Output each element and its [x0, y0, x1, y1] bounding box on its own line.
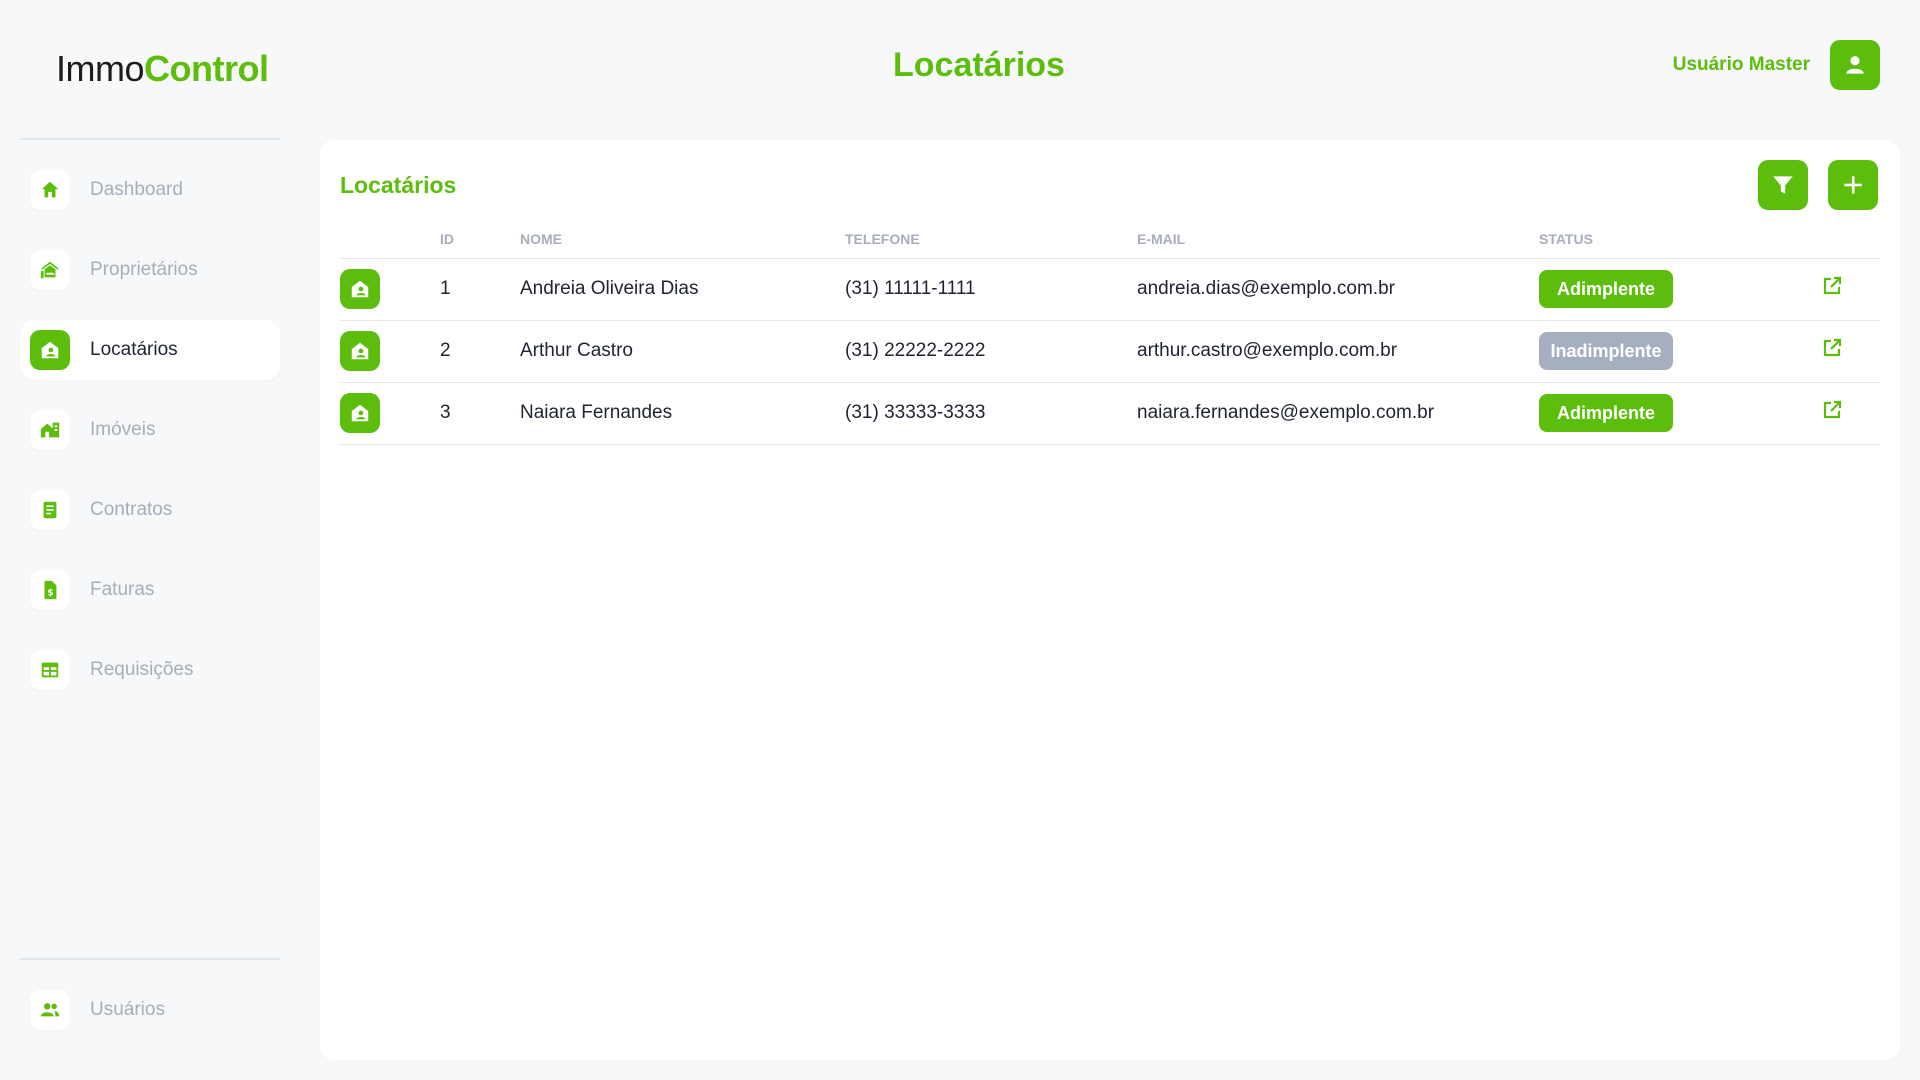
- sidebar-item-usuarios[interactable]: Usuários: [20, 980, 280, 1040]
- column-header-email[interactable]: E-MAIL: [1137, 220, 1539, 259]
- sidebar-divider-bottom: [20, 958, 280, 960]
- column-header-status[interactable]: STATUS: [1539, 220, 1820, 259]
- requests-table-icon: [30, 650, 70, 690]
- table-row[interactable]: 1 Andreia Oliveira Dias (31) 11111-1111 …: [340, 258, 1880, 321]
- cell-email: andreia.dias@exemplo.com.br: [1137, 258, 1539, 321]
- table-row[interactable]: 3 Naiara Fernandes (31) 33333-3333 naiar…: [340, 382, 1880, 445]
- svg-text:$: $: [47, 588, 53, 599]
- logo-text-immo: Immo: [56, 48, 145, 89]
- tenant-house-icon[interactable]: [340, 393, 380, 433]
- user-avatar-button[interactable]: [1830, 40, 1880, 90]
- cell-email: naiara.fernandes@exemplo.com.br: [1137, 382, 1539, 445]
- filter-button[interactable]: [1758, 160, 1808, 210]
- page-title: Locatários: [893, 46, 1065, 84]
- column-header-icon: [340, 220, 440, 259]
- open-external-icon[interactable]: [1820, 274, 1846, 300]
- cell-phone: (31) 22222-2222: [845, 320, 1137, 383]
- open-external-icon[interactable]: [1820, 398, 1846, 424]
- tenant-house-icon: [30, 330, 70, 370]
- table-row[interactable]: 2 Arthur Castro (31) 22222-2222 arthur.c…: [340, 320, 1880, 383]
- status-badge: Adimplente: [1539, 270, 1673, 308]
- column-header-nome[interactable]: NOME: [520, 220, 845, 259]
- cell-name: Arthur Castro: [520, 320, 845, 383]
- column-header-telefone[interactable]: TELEFONE: [845, 220, 1137, 259]
- users-icon: [30, 990, 70, 1030]
- cell-name: Andreia Oliveira Dias: [520, 258, 845, 321]
- user-icon: [1842, 52, 1868, 78]
- cell-email: arthur.castro@exemplo.com.br: [1137, 320, 1539, 383]
- sidebar-item-label: Faturas: [90, 579, 155, 600]
- sidebar-item-requisicoes[interactable]: Requisições: [20, 640, 280, 700]
- sidebar-item-contratos[interactable]: Contratos: [20, 480, 280, 540]
- tenant-house-icon[interactable]: [340, 269, 380, 309]
- filter-icon: [1770, 172, 1796, 198]
- sidebar: ImmoControl Dashboard Proprietários Loca…: [20, 0, 280, 1080]
- column-header-actions: [1820, 220, 1880, 259]
- sidebar-item-dashboard[interactable]: Dashboard: [20, 160, 280, 220]
- home-icon: [30, 170, 70, 210]
- sidebar-item-imoveis[interactable]: Imóveis: [20, 400, 280, 460]
- sidebar-item-label: Requisições: [90, 659, 194, 680]
- add-tenant-button[interactable]: [1828, 160, 1878, 210]
- plus-icon: [1840, 172, 1866, 198]
- sidebar-item-proprietarios[interactable]: Proprietários: [20, 240, 280, 300]
- tenant-house-icon[interactable]: [340, 331, 380, 371]
- status-badge: Inadimplente: [1539, 332, 1673, 370]
- sidebar-item-label: Locatários: [90, 339, 178, 360]
- cell-name: Naiara Fernandes: [520, 382, 845, 445]
- app-logo[interactable]: ImmoControl: [56, 48, 269, 90]
- logo-text-control: Control: [144, 48, 269, 89]
- sidebar-item-label: Proprietários: [90, 259, 198, 280]
- status-badge: Adimplente: [1539, 394, 1673, 432]
- sidebar-item-label: Contratos: [90, 499, 173, 520]
- tenants-table: ID NOME TELEFONE E-MAIL STATUS 1 Andreia…: [340, 220, 1880, 445]
- sidebar-item-label: Usuários: [90, 999, 165, 1020]
- cell-phone: (31) 33333-3333: [845, 382, 1137, 445]
- sidebar-item-label: Dashboard: [90, 179, 183, 200]
- cell-id: 3: [440, 382, 520, 445]
- user-name[interactable]: Usuário Master: [1673, 54, 1810, 76]
- cell-id: 1: [440, 258, 520, 321]
- column-header-id[interactable]: ID: [440, 220, 520, 259]
- buildings-icon: [30, 410, 70, 450]
- invoice-icon: $: [30, 570, 70, 610]
- card-title: Locatários: [340, 172, 457, 198]
- sidebar-item-locatarios[interactable]: Locatários: [20, 320, 280, 380]
- owner-house-icon: [30, 250, 70, 290]
- open-external-icon[interactable]: [1820, 336, 1846, 362]
- cell-id: 2: [440, 320, 520, 383]
- tenants-card: Locatários ID NOME TELEFONE E-MAIL STATU…: [320, 140, 1900, 1060]
- contract-icon: [30, 490, 70, 530]
- sidebar-item-label: Imóveis: [90, 419, 156, 440]
- table-header-row: ID NOME TELEFONE E-MAIL STATUS: [340, 220, 1880, 259]
- sidebar-divider-top: [20, 138, 280, 140]
- cell-phone: (31) 11111-1111: [845, 258, 1137, 321]
- sidebar-item-faturas[interactable]: $ Faturas: [20, 560, 280, 620]
